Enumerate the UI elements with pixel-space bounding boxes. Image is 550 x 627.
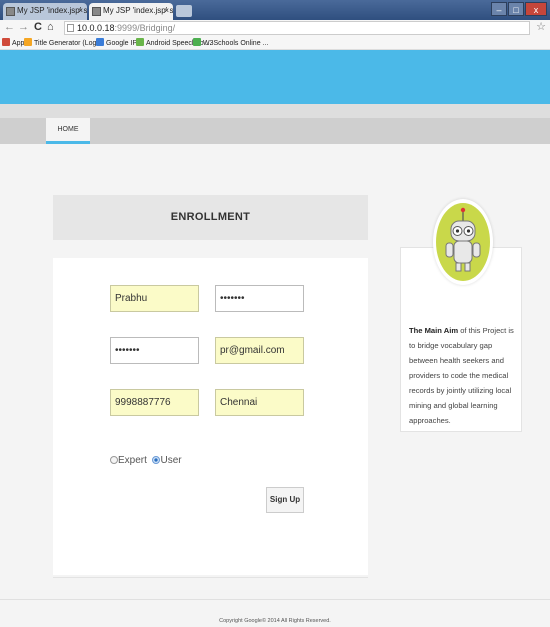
minimize-button[interactable]: – xyxy=(491,2,507,16)
user-label: User xyxy=(160,455,182,466)
url-host: 10.0.0.18 xyxy=(77,23,115,33)
page-favicon-icon xyxy=(6,7,15,16)
signup-button[interactable]: Sign Up xyxy=(266,487,304,513)
tab-close-icon[interactable]: × xyxy=(164,6,169,15)
close-window-button[interactable]: x xyxy=(525,2,547,16)
site-navbar: HOME xyxy=(0,104,550,144)
tab-close-icon[interactable]: × xyxy=(78,6,83,15)
robot-mascot-icon xyxy=(436,203,490,281)
reload-icon[interactable]: C xyxy=(34,21,42,33)
forward-arrow-icon[interactable]: → xyxy=(18,21,29,33)
footer: Copyright Google© 2014 All Rights Reserv… xyxy=(0,599,550,627)
expert-label: Expert xyxy=(118,455,147,466)
first-name-input[interactable]: Prabhu xyxy=(110,285,199,312)
browser-titlebar: My JSP 'index.jsp' starting × My JSP 'in… xyxy=(0,0,550,20)
page-icon xyxy=(67,24,74,32)
confirm-password-input[interactable]: ••••••• xyxy=(110,337,199,364)
password-input[interactable]: ••••••• xyxy=(215,285,304,312)
page-favicon-icon xyxy=(92,7,101,16)
tab-title: My JSP 'index.jsp' starting xyxy=(103,6,173,15)
back-arrow-icon[interactable]: ← xyxy=(4,21,15,33)
bookmark-title-generator[interactable]: Title Generator (Log... xyxy=(24,38,102,47)
bookmark-star-icon[interactable]: ☆ xyxy=(536,20,546,33)
address-bar-row: ← → C ⌂ 10.0.0.18:9999/Bridging/ ☆ xyxy=(0,20,550,36)
description-text: of this Project is to bridge vocabulary … xyxy=(409,326,514,425)
browser-tab-active[interactable]: My JSP 'index.jsp' starting × xyxy=(89,3,173,20)
tab-title: My JSP 'index.jsp' starting xyxy=(17,6,87,15)
bookmarks-bar: Apps Title Generator (Log... Google IP A… xyxy=(0,36,550,50)
apps-grid-icon xyxy=(2,38,10,46)
project-description: The Main Aim of this Project is to bridg… xyxy=(409,323,517,428)
bookmark-favicon-icon xyxy=(136,38,144,46)
site-banner xyxy=(0,50,550,104)
bookmark-favicon-icon xyxy=(24,38,32,46)
bookmark-w3schools[interactable]: W3Schools Online ... xyxy=(193,38,268,47)
maximize-button[interactable]: □ xyxy=(508,2,524,16)
new-tab-button[interactable] xyxy=(176,5,192,17)
url-path: :9999/Bridging/ xyxy=(114,23,176,33)
enrollment-title: ENROLLMENT xyxy=(53,195,368,240)
email-input[interactable]: pr@gmail.com xyxy=(215,337,304,364)
bookmark-favicon-icon xyxy=(193,38,201,46)
description-lead: The Main Aim xyxy=(409,326,459,335)
city-input[interactable]: Chennai xyxy=(215,389,304,416)
divider xyxy=(53,577,368,578)
bookmark-google-ip[interactable]: Google IP xyxy=(96,38,137,47)
url-input[interactable]: 10.0.0.18:9999/Bridging/ xyxy=(64,21,530,35)
copyright-text: Copyright Google© 2014 All Rights Reserv… xyxy=(219,618,331,624)
expert-radio[interactable] xyxy=(110,456,118,464)
nav-home-tab[interactable]: HOME xyxy=(46,118,90,144)
home-icon[interactable]: ⌂ xyxy=(47,21,54,33)
bookmark-favicon-icon xyxy=(96,38,104,46)
role-radio-group: Expert User xyxy=(110,455,182,466)
enrollment-form xyxy=(53,258,368,575)
phone-input[interactable]: 9998887776 xyxy=(110,389,199,416)
window-controls: – □ x xyxy=(491,2,547,16)
browser-tab[interactable]: My JSP 'index.jsp' starting × xyxy=(3,3,87,20)
